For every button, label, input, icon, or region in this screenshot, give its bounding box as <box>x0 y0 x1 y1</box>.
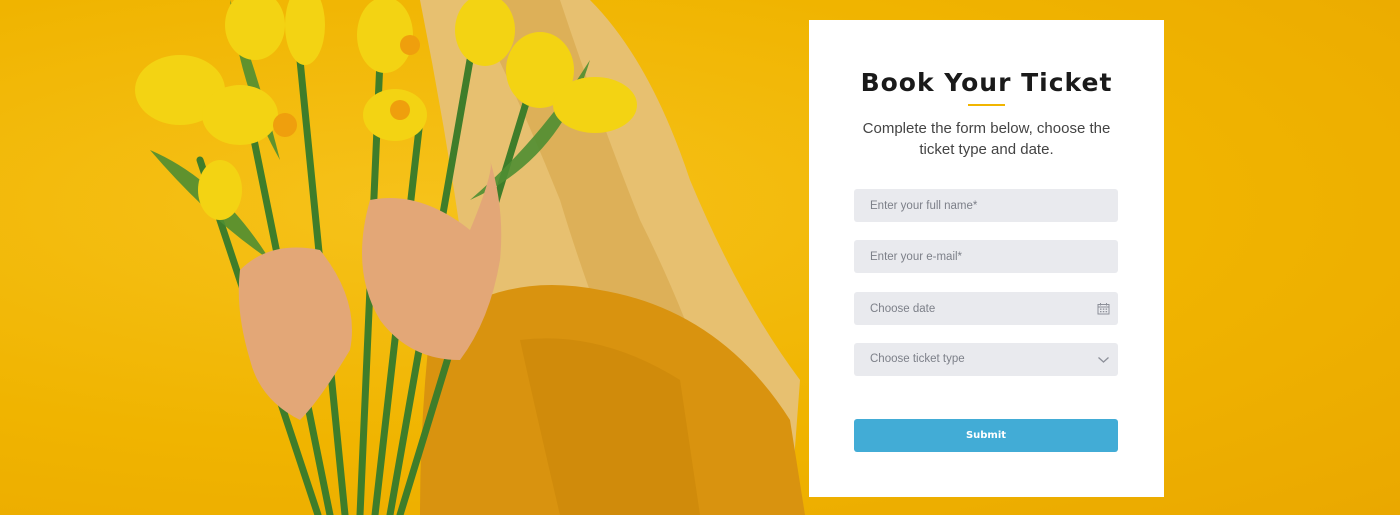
full-name-input[interactable] <box>854 189 1118 222</box>
chevron-down-icon <box>1098 357 1109 363</box>
email-field <box>854 240 1118 273</box>
calendar-icon[interactable] <box>1097 302 1110 315</box>
date-input[interactable] <box>854 292 1118 325</box>
date-field[interactable] <box>854 292 1118 325</box>
full-name-field <box>854 189 1118 222</box>
submit-button[interactable]: Submit <box>854 419 1118 452</box>
form-title: Book Your Ticket <box>860 68 1113 97</box>
email-input[interactable] <box>854 240 1118 273</box>
ticket-type-placeholder: Choose ticket type <box>870 353 965 365</box>
hero-photo-woman-with-tulips <box>135 0 805 515</box>
ticket-type-select[interactable]: Choose ticket type <box>854 343 1118 376</box>
form-description: Complete the form below, choose the tick… <box>862 120 1111 158</box>
booking-form-card: Book Your Ticket Complete the form below… <box>809 20 1164 497</box>
title-underline <box>968 104 1005 106</box>
